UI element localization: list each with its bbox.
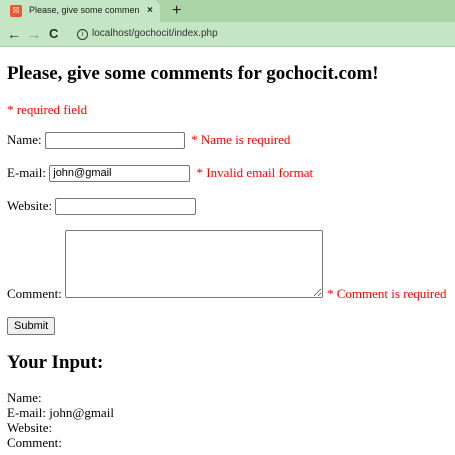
back-arrow-icon[interactable]: ←	[7, 25, 21, 43]
email-row: E-mail: * Invalid email format	[7, 163, 313, 182]
comment-label: Comment:	[7, 286, 62, 301]
output-email-line: E-mail: john@gmail	[7, 405, 114, 420]
name-input[interactable]	[44, 131, 185, 149]
email-label: E-mail:	[7, 165, 46, 181]
submit-button[interactable]: Submit	[7, 317, 56, 335]
site-info-icon[interactable]: i	[77, 29, 88, 40]
input-summary: Name: E-mail: john@gmail Website: Commen…	[7, 390, 114, 450]
website-input[interactable]	[55, 197, 197, 215]
browser-toolbar: ← → C i localhost/gochocit/index.php	[0, 22, 455, 47]
email-error: * Invalid email format	[196, 165, 314, 181]
email-input[interactable]	[49, 164, 191, 182]
page-title: Please, give some comments for gochocit.…	[7, 63, 379, 84]
output-name-line: Name:	[7, 390, 42, 405]
address-bar[interactable]: localhost/gochocit/index.php	[92, 27, 218, 41]
comment-textarea[interactable]	[65, 230, 323, 298]
name-label: Name:	[7, 132, 42, 148]
name-error: * Name is required	[191, 132, 291, 148]
comment-error: * Comment is required	[327, 286, 447, 301]
site-favicon-icon: ☒	[10, 5, 22, 17]
browser-tab[interactable]: ☒ Please, give some comments for ×	[0, 0, 160, 22]
forward-arrow-icon[interactable]: →	[27, 25, 41, 43]
name-row: Name: * Name is required	[7, 130, 290, 149]
website-label: Website:	[7, 198, 53, 214]
close-tab-icon[interactable]: ×	[147, 4, 153, 17]
new-tab-icon[interactable]: +	[172, 1, 181, 21]
reload-icon[interactable]: C	[49, 25, 58, 43]
output-comment-line: Comment:	[7, 435, 62, 450]
output-website-line: Website:	[7, 420, 53, 435]
required-field-note: * required field	[7, 102, 88, 117]
website-row: Website:	[7, 196, 197, 215]
tab-title: Please, give some comments for	[29, 5, 139, 15]
your-input-heading: Your Input:	[7, 352, 104, 373]
tab-strip: ☒ Please, give some comments for × +	[0, 0, 455, 22]
